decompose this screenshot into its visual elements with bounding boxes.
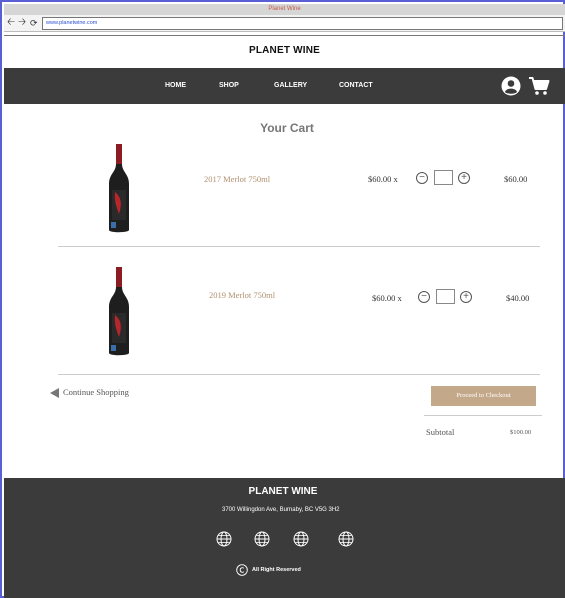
minus-circle-icon[interactable]: −: [416, 172, 428, 184]
wine-bottle-image: [109, 144, 129, 233]
divider: [58, 246, 540, 247]
window-title: Planet Wine: [4, 4, 565, 15]
main-nav: HOME SHOP GALLERY CONTACT: [4, 68, 565, 104]
wine-bottle-image: [109, 267, 129, 356]
globe-icon[interactable]: [254, 531, 270, 547]
copyright-text: All Right Reserved: [252, 567, 301, 573]
cart-title: Your Cart: [260, 121, 314, 135]
nav-home[interactable]: HOME: [165, 68, 186, 104]
divider: [58, 374, 540, 375]
unit-price: $60.00 x: [372, 293, 402, 303]
copyright-icon: [236, 564, 248, 576]
address-bar-row: 🡠 🡢 ⟳ www.planetwine.com: [4, 15, 565, 32]
product-name[interactable]: 2019 Merlot 750ml: [209, 290, 275, 300]
globe-icon[interactable]: [216, 531, 232, 547]
divider: [4, 35, 565, 36]
nav-shop[interactable]: SHOP: [219, 68, 239, 104]
product-name[interactable]: 2017 Merlot 750ml: [204, 174, 270, 184]
line-total: $40.00: [506, 293, 530, 303]
browser-window: Planet Wine 🡠 🡢 ⟳ www.planetwine.com PLA…: [0, 0, 565, 598]
line-total: $60.00: [504, 174, 528, 184]
user-circle-icon[interactable]: [501, 76, 521, 96]
arrow-right-icon[interactable]: 🡢: [18, 17, 26, 29]
caret-left-icon: [50, 388, 59, 399]
unit-price: $60.00 x: [368, 174, 398, 184]
divider: [424, 415, 542, 416]
globe-icon[interactable]: [293, 531, 309, 547]
nav-gallery[interactable]: GALLERY: [274, 68, 307, 104]
shopping-cart-icon[interactable]: [528, 76, 550, 96]
quantity-input[interactable]: [434, 170, 453, 185]
url-input[interactable]: www.planetwine.com: [42, 17, 563, 30]
footer: PLANET WINE 3700 Willingdon Ave, Burnaby…: [4, 478, 565, 598]
subtotal-value: $100.00: [510, 429, 532, 436]
plus-circle-icon[interactable]: +: [458, 172, 470, 184]
nav-contact[interactable]: CONTACT: [339, 68, 373, 104]
checkout-button[interactable]: Proceed to Checkout: [431, 386, 536, 406]
quantity-input[interactable]: [436, 289, 455, 304]
minus-circle-icon[interactable]: −: [418, 291, 430, 303]
continue-shopping-link[interactable]: Continue Shopping: [50, 387, 129, 399]
reload-icon[interactable]: ⟳: [30, 17, 38, 29]
site-brand[interactable]: PLANET WINE: [2, 45, 565, 56]
arrow-left-icon[interactable]: 🡠: [7, 17, 15, 29]
subtotal-label: Subtotal: [426, 427, 455, 437]
footer-brand: PLANET WINE: [248, 486, 318, 497]
footer-address: 3700 Willingdon Ave, Burnaby, BC V5G 3H2: [222, 507, 340, 513]
continue-shopping-label: Continue Shopping: [63, 387, 129, 397]
globe-icon[interactable]: [338, 531, 354, 547]
plus-circle-icon[interactable]: +: [460, 291, 472, 303]
